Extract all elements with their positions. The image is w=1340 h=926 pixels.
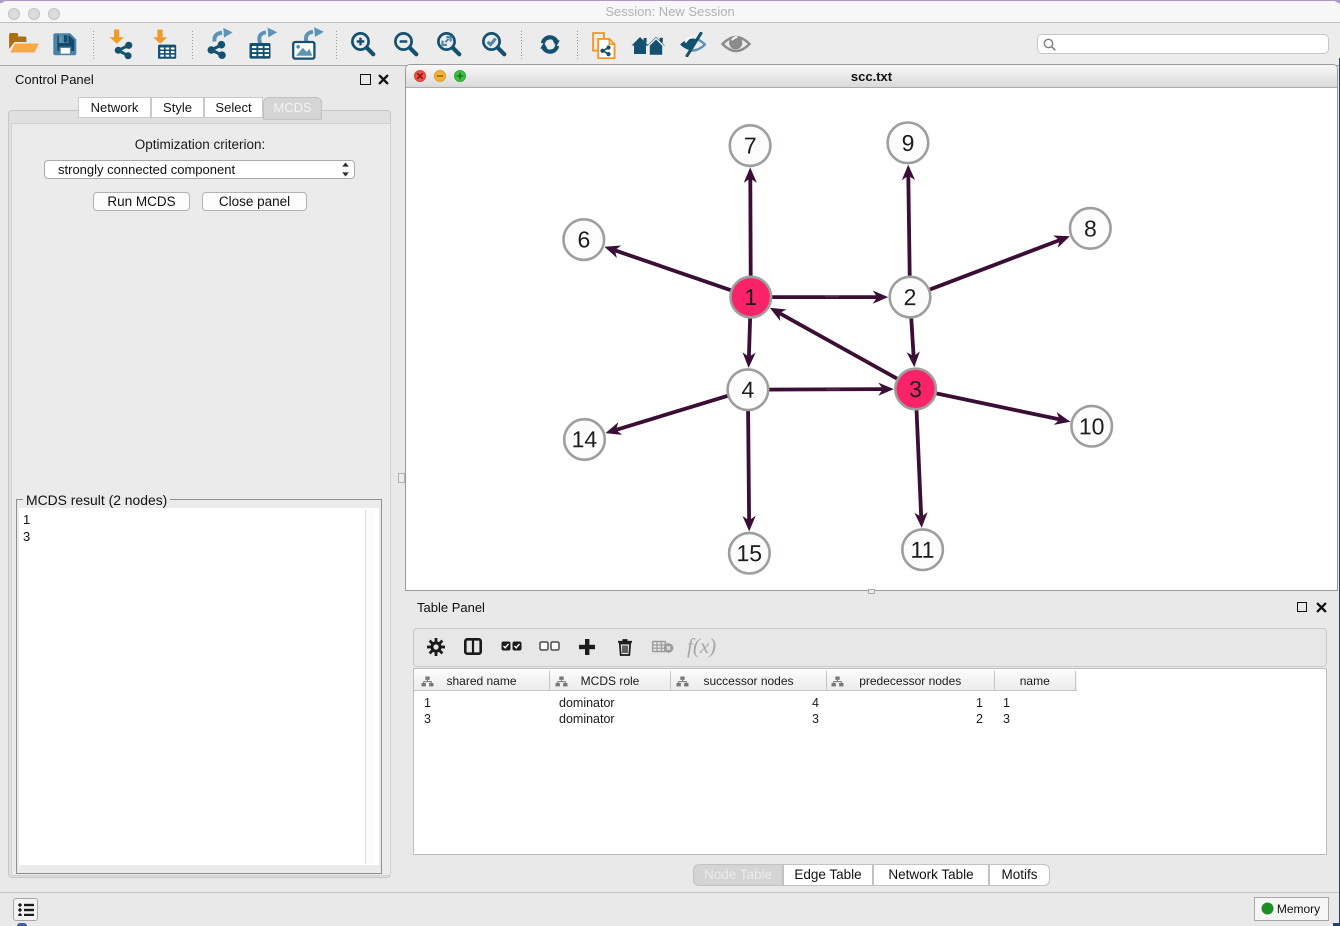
svg-text:9: 9 bbox=[902, 130, 915, 156]
svg-text:2: 2 bbox=[904, 284, 917, 310]
svg-text:8: 8 bbox=[1084, 216, 1097, 242]
svg-text:6: 6 bbox=[577, 226, 590, 252]
svg-text:11: 11 bbox=[910, 537, 934, 563]
svg-text:7: 7 bbox=[744, 133, 757, 159]
svg-text:15: 15 bbox=[736, 540, 762, 566]
svg-text:1: 1 bbox=[744, 284, 757, 310]
svg-text:14: 14 bbox=[572, 426, 598, 452]
svg-text:3: 3 bbox=[909, 376, 922, 402]
svg-text:10: 10 bbox=[1079, 413, 1105, 439]
svg-text:4: 4 bbox=[741, 377, 754, 403]
